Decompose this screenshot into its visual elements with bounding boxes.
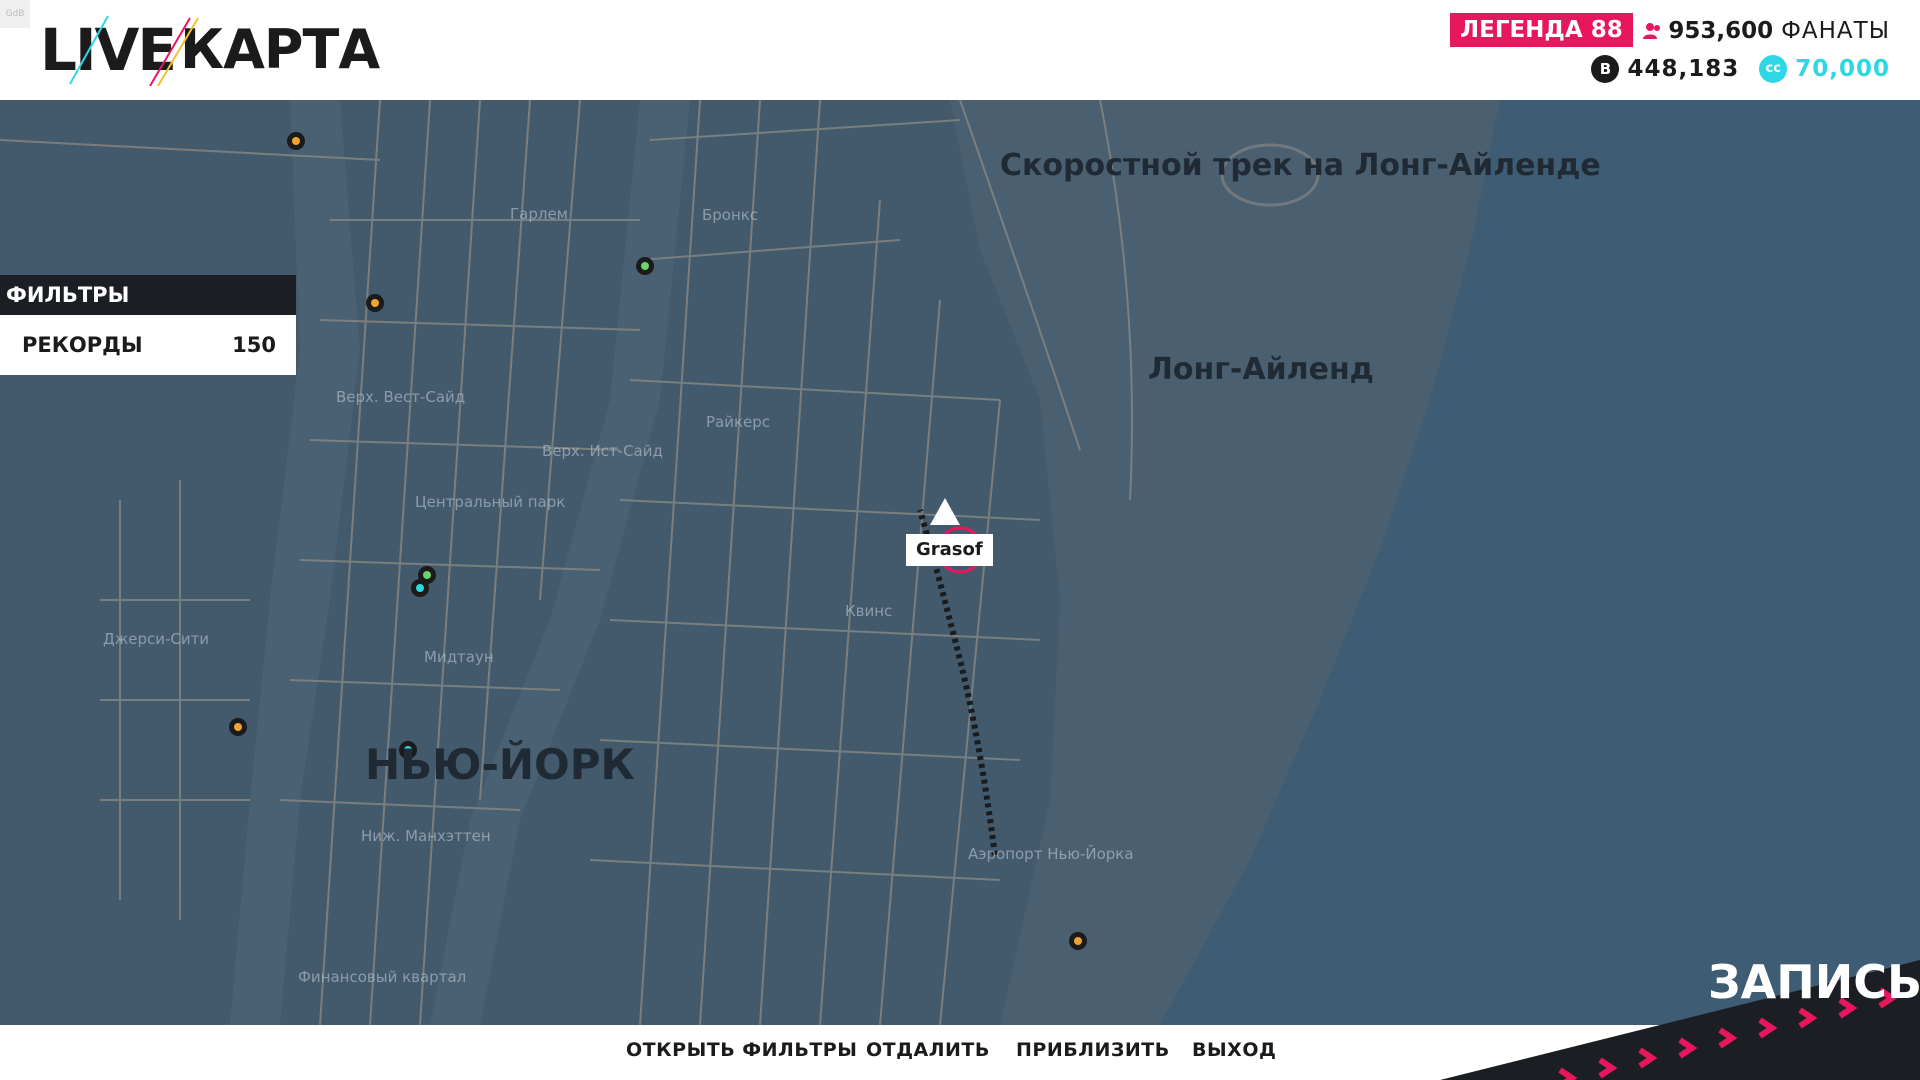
open-filters-button[interactable]: ОТКРЫТЬ ФИЛЬТРЫ — [626, 1025, 857, 1075]
region-raceway: Скоростной трек на Лонг-Айленде — [1000, 148, 1601, 183]
users-icon — [1643, 23, 1661, 39]
place-rikers: Райкерс — [706, 413, 771, 431]
logo-slash-icon — [69, 15, 199, 86]
event-marker-icon[interactable] — [411, 579, 429, 597]
corner-tag: GdB — [0, 0, 30, 28]
place-jersey-city: Джерси-Сити — [103, 630, 210, 648]
currency-counters: B 448,183 cc 70,000 — [1591, 52, 1890, 86]
place-airport: Аэропорт Нью-Йорка — [968, 845, 1134, 863]
filter-item-count: 150 — [232, 333, 276, 357]
place-upper-east: Верх. Ист-Сайд — [542, 442, 663, 460]
record-label: ЗАПИСЬ — [1708, 955, 1920, 1009]
event-marker-icon[interactable] — [366, 294, 384, 312]
event-marker-icon[interactable] — [287, 132, 305, 150]
event-marker-icon[interactable] — [636, 257, 654, 275]
exit-button[interactable]: ВЫХОД — [1192, 1025, 1276, 1075]
place-upper-west: Верх. Вест-Сайд — [336, 388, 466, 406]
credits-value: 448,183 — [1627, 56, 1740, 82]
zoom-in-button[interactable]: ПРИБЛИЗИТЬ — [1016, 1025, 1170, 1075]
event-marker-icon[interactable] — [1069, 932, 1087, 950]
cc-icon: cc — [1759, 55, 1788, 83]
place-harlem: Гарлем — [510, 205, 568, 223]
filters-title: ФИЛЬТРЫ — [0, 275, 296, 315]
place-lower-manhattan: Ниж. Манхэттен — [361, 827, 491, 845]
place-financial: Финансовый квартал — [298, 968, 467, 986]
event-marker-icon[interactable] — [229, 718, 247, 736]
place-central-park: Центральный парк — [415, 493, 566, 511]
filter-item-records[interactable]: РЕКОРДЫ 150 — [0, 315, 296, 375]
fans-counter: 953,600 ФАНАТЫ — [1642, 14, 1890, 48]
zoom-out-button[interactable]: ОТДАЛИТЬ — [866, 1025, 990, 1075]
livekarta-logo: LIVE КАРТА — [40, 14, 380, 86]
legend-level-badge: ЛЕГЕНДА 88 — [1450, 13, 1633, 47]
credits-icon: B — [1591, 55, 1620, 83]
filter-item-label: РЕКОРДЫ — [22, 333, 143, 357]
cc-value: 70,000 — [1795, 56, 1890, 82]
place-midtown: Мидтаун — [424, 648, 494, 666]
region-long-island: Лонг-Айленд — [1148, 352, 1374, 387]
fans-value: 953,600 — [1668, 18, 1774, 44]
region-new-york: НЬЮ-ЙОРК — [365, 740, 635, 789]
top-bar: GdB LIVE КАРТА ЛЕГЕНДА 88 953,600 ФАНАТЫ… — [0, 0, 1920, 100]
place-bronx: Бронкс — [702, 206, 759, 224]
player-name-tag[interactable]: Grasof — [906, 534, 993, 566]
fans-label: ФАНАТЫ — [1781, 18, 1890, 44]
filters-panel: ФИЛЬТРЫ РЕКОРДЫ 150 — [0, 275, 296, 375]
place-queens: Квинс — [845, 602, 893, 620]
